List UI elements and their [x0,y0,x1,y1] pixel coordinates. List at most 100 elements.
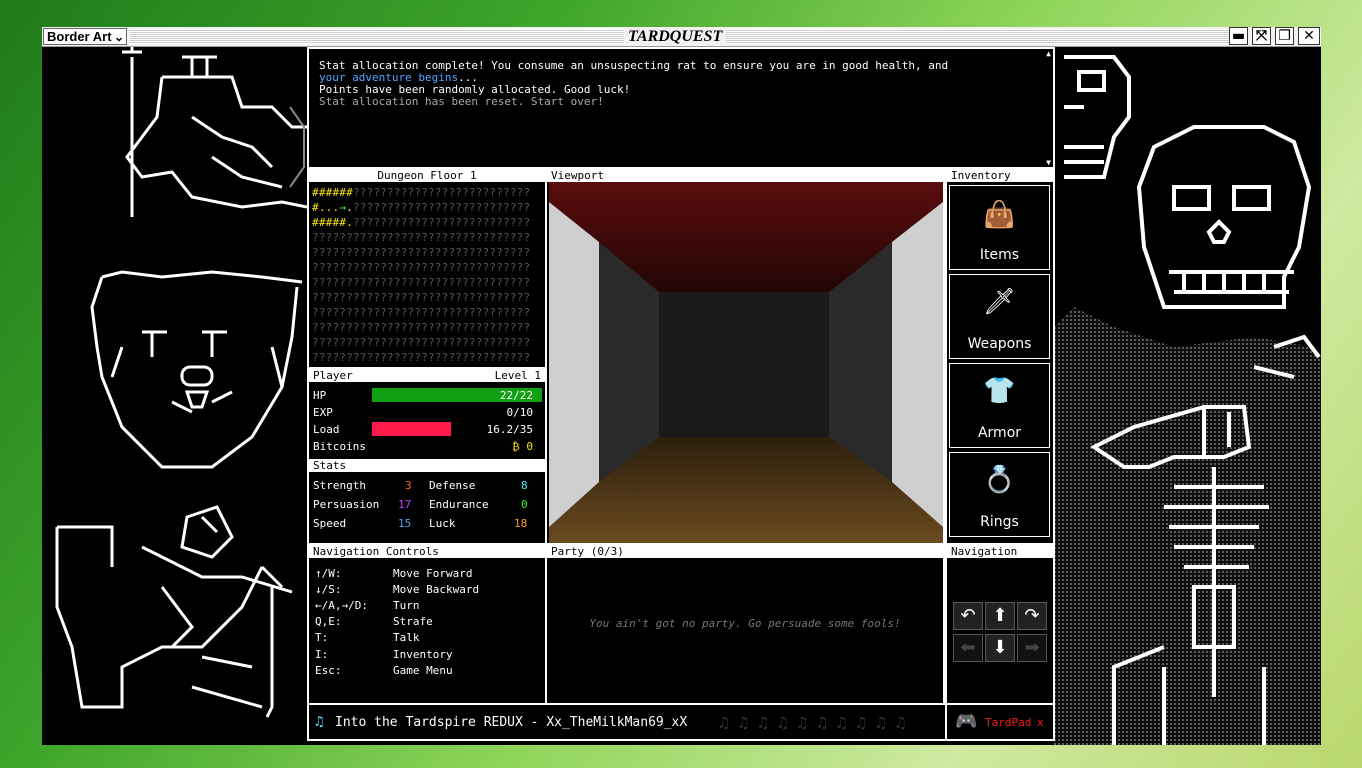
inventory-weapons-label: Weapons [967,336,1032,352]
load-label: Load [313,423,340,436]
border-art-left [55,47,307,718]
hp-value: 22/22 [499,389,533,402]
scroll-down-icon[interactable]: ▼ [1046,158,1051,167]
dungeon-viewport[interactable] [549,182,943,543]
control-action: Inventory [393,648,453,661]
inventory-panel: Inventory 👜 Items 🗡 Weapons 👕 Armor 💍 Ri… [945,167,1055,545]
luck-label: Luck [429,517,456,530]
dungeon-map: ######?????????????????????????? #...→.?… [312,185,530,365]
navigation-controls-panel: Navigation Controls ↑/W: Move Forward ↓/… [307,543,547,705]
restore-button[interactable]: ❐ [1275,27,1294,45]
move-backward-button[interactable]: ⬇ [985,634,1015,662]
control-key: ↓/S: [315,583,342,596]
bitcoins-value: ₿ 0 [512,440,533,453]
load-bar [372,422,451,436]
party-title: Party (0/3) [547,545,943,558]
control-key: ←/A,→/D: [315,599,368,612]
control-action: Game Menu [393,664,453,677]
close-button[interactable]: ✕ [1298,27,1320,45]
turn-left-icon: ↶ [960,605,976,626]
turn-right-button[interactable]: ↷ [1017,602,1047,630]
endurance-label: Endurance [429,498,489,511]
strafe-left-button[interactable]: ⬅ [953,634,983,662]
inventory-title: Inventory [947,169,1053,182]
arrow-up-icon: ⬆ [992,605,1008,626]
music-bar: ♫ Into the Tardspire REDUX - Xx_TheMilkM… [307,703,947,741]
party-empty-message: You ain't got no party. Go persuade some… [589,617,901,630]
bag-icon: 👜 [983,200,1016,230]
tardpad-panel[interactable]: 🎮 TardPad x [945,703,1055,741]
arrow-right-icon: ➡ [1024,637,1040,658]
inventory-weapons-button[interactable]: 🗡 Weapons [949,274,1050,359]
gamepad-icon: 🎮 [955,711,978,732]
strength-value: 3 [405,479,412,492]
tardpad-close-icon[interactable]: x [1037,716,1044,729]
tardpad-label: TardPad [985,716,1032,729]
exp-label: EXP [313,406,333,419]
map-row-1-walls: ###### [312,186,353,199]
border-art-right [1054,55,1321,745]
player-title: Player Level 1 [309,369,545,382]
scroll-up-icon[interactable]: ▲ [1046,49,1051,58]
inventory-armor-button[interactable]: 👕 Armor [949,363,1050,448]
music-track[interactable]: Into the Tardspire REDUX - Xx_TheMilkMan… [335,715,687,730]
defense-value: 8 [521,479,528,492]
map-row-2-floor: #... [312,201,340,214]
control-action: Move Forward [393,567,473,580]
fullscreen-button[interactable]: ⤧ [1252,27,1271,45]
luck-value: 18 [514,517,528,530]
turn-right-icon: ↷ [1024,605,1040,626]
control-action: Turn [393,599,420,612]
map-row-2-unknown: ?????????????????????????? [352,201,531,214]
inventory-items-label: Items [979,247,1020,263]
viewport-panel: Viewport [545,167,945,545]
map-row-1-unknown: ?????????????????????????? [352,186,531,199]
endurance-value: 0 [521,498,528,511]
control-action: Strafe [393,615,433,628]
hp-label: HP [313,389,327,402]
music-note-icon: ♫ [315,714,324,730]
navigation-title: Navigation [947,545,1053,558]
stats-title: Stats [309,459,545,472]
navigation-controls-title: Navigation Controls [309,545,545,558]
log-line-3: Stat allocation has been reset. Start ov… [319,95,604,108]
turn-left-button[interactable]: ↶ [953,602,983,630]
player-panel: Player Level 1 HP 22/22 EXP 0/10 Load 16… [307,367,547,547]
arrow-down-icon: ⬇ [992,637,1008,658]
title-bar: Border Art ⌄ TARDQUEST ▬ ⤧ ❐ ✕ [42,27,1321,47]
bitcoins-label: Bitcoins [313,440,366,453]
sword-icon: 🗡 [982,287,1016,317]
armor-icon: 👕 [983,376,1016,406]
load-value: 16.2/35 [486,423,533,436]
control-action: Talk [393,631,420,644]
chevron-down-icon: ⌄ [113,30,124,44]
inventory-armor-label: Armor [977,425,1022,441]
speed-label: Speed [313,517,347,530]
map-unexplored: ???????????????????????????????? ???????… [312,231,531,364]
defense-label: Defense [429,479,476,492]
control-key: Esc: [315,664,342,677]
move-forward-button[interactable]: ⬆ [985,602,1015,630]
strength-label: Strength [313,479,366,492]
dungeon-map-title: Dungeon Floor 1 [309,169,545,182]
music-visualizer: ♫♫♫♫♫♫♫♫♫♫ [719,713,916,732]
inventory-rings-button[interactable]: 💍 Rings [949,452,1050,537]
map-row-3-unknown: ?????????????????????????? [352,216,531,229]
minimize-button[interactable]: ▬ [1229,27,1248,45]
dungeon-map-panel: Dungeon Floor 1 ######??????????????????… [307,167,547,369]
navigation-panel: Navigation ↶ ⬆ ↷ ⬅ ⬇ ➡ [945,543,1055,705]
persuasion-label: Persuasion [313,498,380,511]
control-action: Move Backward [393,583,480,596]
arrow-left-icon: ⬅ [960,637,976,658]
map-row-3-walls: #####. [312,216,353,229]
log-line-1: Stat allocation complete! You consume an… [319,60,979,84]
message-log: Stat allocation complete! You consume an… [307,47,1055,169]
game-window: Border Art ⌄ TARDQUEST ▬ ⤧ ❐ ✕ Stat allo… [42,27,1321,745]
player-title-label: Player [313,369,353,382]
border-art-select[interactable]: Border Art ⌄ [43,28,127,45]
inventory-items-button[interactable]: 👜 Items [949,185,1050,270]
viewport-title: Viewport [547,169,943,182]
ring-icon: 💍 [983,465,1016,495]
strafe-right-button[interactable]: ➡ [1017,634,1047,662]
control-key: T: [315,631,329,644]
